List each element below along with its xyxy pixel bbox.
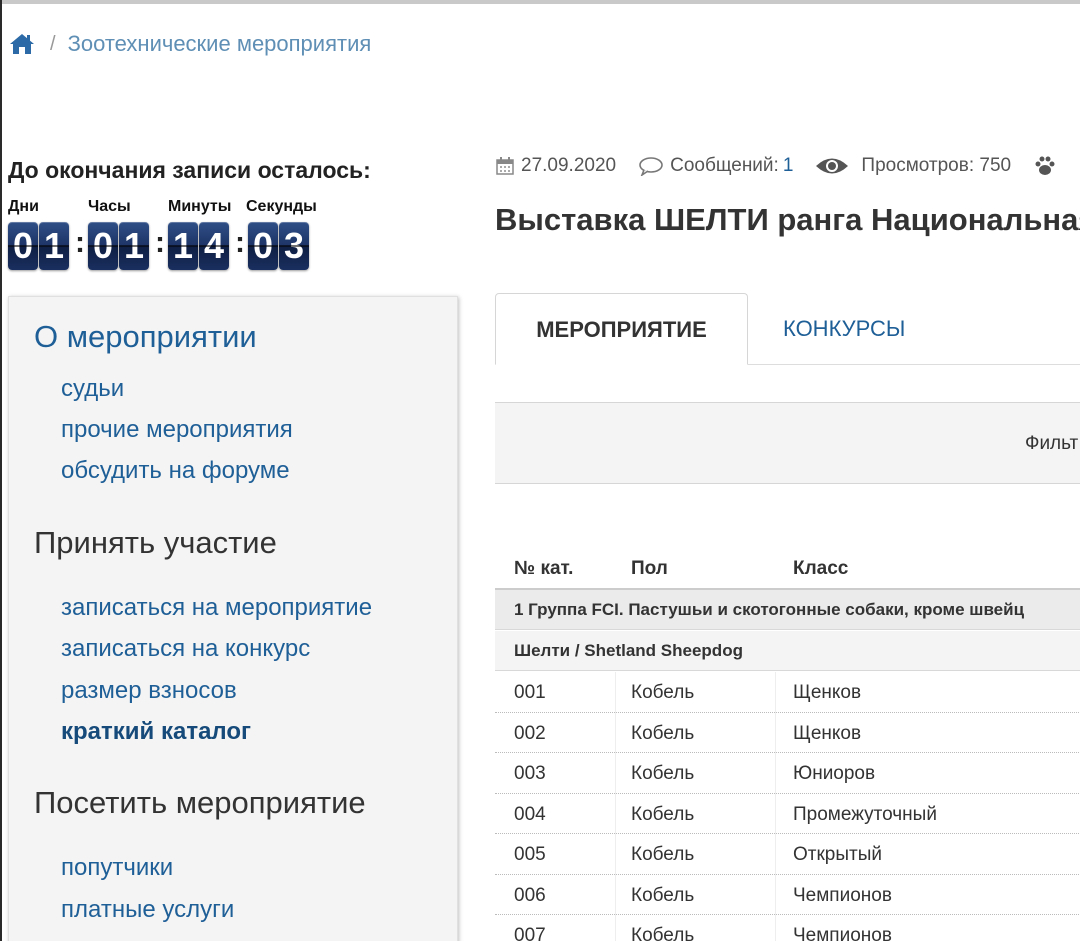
filter-button[interactable]: Фильт xyxy=(1025,433,1078,455)
table-row[interactable]: 003 Кобель Юниоров xyxy=(495,753,1080,794)
sidebar-heading-visit: Посетить мероприятие xyxy=(34,785,366,820)
breed-label: Шелти / Shetland Sheepdog xyxy=(514,641,743,660)
cell-number: 006 xyxy=(514,884,546,906)
cell-number: 001 xyxy=(514,682,546,703)
table-row[interactable]: 007 Кобель Чемпионов xyxy=(495,915,1080,941)
cell-number: 003 xyxy=(514,763,546,784)
eye-icon xyxy=(815,155,849,177)
breadcrumb-link[interactable]: Зоотехнические мероприятия xyxy=(68,31,372,57)
colon-separator: : xyxy=(155,226,165,259)
table-row[interactable]: 005 Кобель Открытый xyxy=(495,834,1080,875)
event-title: Выставка ШЕЛТИ ранга Национальная xyxy=(495,202,1080,237)
col-header-catalog-number: № кат. xyxy=(514,558,574,579)
sidebar-item-forum[interactable]: обсудить на форуме xyxy=(61,457,290,485)
event-meta: 27.09.2020 Сообщений: 1 Просмотров: 750 xyxy=(495,152,1057,180)
window-left-border xyxy=(0,0,2,941)
countdown-title: До окончания записи осталось: xyxy=(8,157,371,183)
countdown-label-days: Дни xyxy=(8,198,39,215)
messages-count-link[interactable]: 1 xyxy=(783,155,794,177)
cell-class: Юниоров xyxy=(793,763,876,784)
group-row: 1 Группа FCI. Пастушьи и скотогонные соб… xyxy=(495,590,1080,630)
cell-class: Щенков xyxy=(793,722,862,744)
home-icon[interactable] xyxy=(8,30,36,58)
colon-separator: : xyxy=(75,226,85,259)
cell-number: 004 xyxy=(514,803,546,825)
digit-seconds-1: 0 xyxy=(248,222,278,270)
sidebar-item-paid-services[interactable]: платные услуги xyxy=(61,896,234,924)
sidebar-item-register-contest[interactable]: записаться на конкурс xyxy=(61,635,310,663)
sidebar-heading-participate: Принять участие xyxy=(34,525,277,560)
countdown-label-seconds: Секунды xyxy=(246,198,317,215)
paw-icon xyxy=(1033,155,1057,177)
sidebar-item-judges[interactable]: судьи xyxy=(61,375,124,403)
sidebar-item-fellow-travelers[interactable]: попутчики xyxy=(61,854,173,882)
sidebar-item-other-events[interactable]: прочие мероприятия xyxy=(61,416,293,444)
views-count: Просмотров: 750 xyxy=(861,155,1012,176)
digit-days-1: 0 xyxy=(8,222,38,270)
cell-class: Чемпионов xyxy=(793,884,892,906)
sidebar-item-register-event[interactable]: записаться на мероприятие xyxy=(61,594,372,622)
cell-sex: Кобель xyxy=(631,763,695,784)
breadcrumb: / Зоотехнические мероприятия xyxy=(8,28,371,60)
sidebar-heading-about[interactable]: О мероприятии xyxy=(34,319,257,355)
cell-sex: Кобель xyxy=(631,722,695,744)
digit-seconds-2: 3 xyxy=(279,222,309,270)
breed-row: Шелти / Shetland Sheepdog xyxy=(495,631,1080,671)
filter-bar: Фильт xyxy=(495,402,1080,484)
countdown-label-hours: Часы xyxy=(88,198,131,215)
cell-sex: Кобель xyxy=(631,884,695,906)
digit-hours-2: 1 xyxy=(119,222,149,270)
digit-minutes-1: 1 xyxy=(168,222,198,270)
digit-hours-1: 0 xyxy=(88,222,118,270)
digit-days-2: 1 xyxy=(39,222,69,270)
window-top-border xyxy=(0,0,1080,4)
calendar-icon xyxy=(495,155,515,177)
table-row[interactable]: 002 Кобель Щенков xyxy=(495,713,1080,753)
cell-number: 002 xyxy=(514,722,546,744)
sidebar-item-fees[interactable]: размер взносов xyxy=(61,677,237,705)
messages-label: Сообщений: xyxy=(670,155,779,176)
cell-class: Промежуточный xyxy=(793,803,937,825)
cell-number: 007 xyxy=(514,925,546,941)
countdown-label-minutes: Минуты xyxy=(168,198,232,215)
table-row[interactable]: 004 Кобель Промежуточный xyxy=(495,794,1080,834)
cell-class: Щенков xyxy=(793,682,862,703)
group-label: 1 Группа FCI. Пастушьи и скотогонные соб… xyxy=(514,600,1025,619)
breadcrumb-separator: / xyxy=(50,32,56,55)
col-header-class: Класс xyxy=(793,558,849,579)
tab-event[interactable]: МЕРОПРИЯТИЕ xyxy=(495,293,748,365)
tab-contests[interactable]: КОНКУРСЫ xyxy=(783,293,905,365)
comment-icon xyxy=(638,155,664,177)
digit-minutes-2: 4 xyxy=(199,222,229,270)
colon-separator: : xyxy=(235,226,245,259)
cell-sex: Кобель xyxy=(631,925,695,941)
cell-sex: Кобель xyxy=(631,682,695,703)
cell-class: Чемпионов xyxy=(793,925,892,941)
cell-sex: Кобель xyxy=(631,844,695,865)
cell-sex: Кобель xyxy=(631,803,695,825)
event-date: 27.09.2020 xyxy=(521,155,617,176)
sidebar: О мероприятии судьи прочие мероприятия о… xyxy=(8,296,458,941)
col-header-sex: Пол xyxy=(631,558,668,579)
table-row[interactable]: 006 Кобель Чемпионов xyxy=(495,875,1080,915)
cell-class: Открытый xyxy=(793,844,882,865)
sidebar-item-short-catalog[interactable]: краткий каталог xyxy=(61,718,251,746)
table-row[interactable]: 001 Кобель Щенков xyxy=(495,672,1080,713)
cell-number: 005 xyxy=(514,844,546,865)
